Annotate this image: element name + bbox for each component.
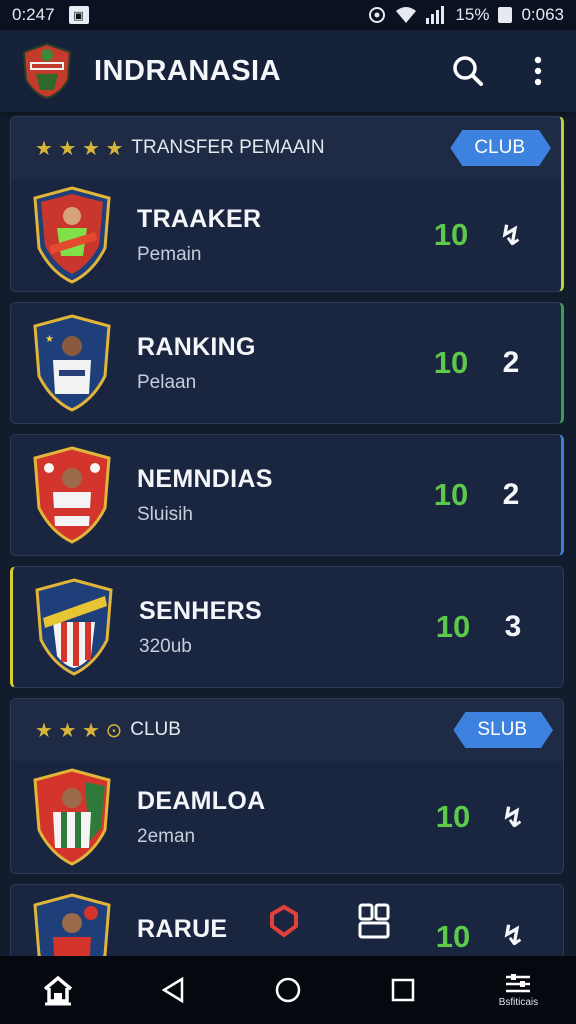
player-score: 10: [435, 919, 471, 954]
more-vert-icon: [534, 56, 542, 86]
slub-badge-button[interactable]: SLUB: [453, 712, 553, 748]
player-rank: 3: [504, 610, 522, 643]
nfc-icon: [369, 7, 386, 23]
signal-icon: [426, 6, 445, 24]
more-options-button[interactable]: [520, 53, 556, 89]
player-crest-icon: [33, 446, 111, 544]
player-name: TRAAKER: [137, 204, 262, 233]
section-title: CLUB: [130, 719, 181, 740]
player-score: 10: [433, 217, 469, 252]
player-subtitle: Sluisih: [137, 503, 193, 525]
recents-square-icon: [391, 978, 415, 1002]
location-pin-icon[interactable]: [267, 904, 301, 938]
player-card[interactable]: ★ RANKING Pelaan 10 2: [10, 302, 564, 424]
nav-home[interactable]: [0, 956, 115, 1024]
player-rank: 2: [502, 346, 520, 379]
club-crest-icon: [35, 578, 113, 676]
app-title: INDRANASIA: [94, 54, 282, 87]
player-rank: 2: [502, 478, 520, 511]
player-name: RANKING: [137, 332, 256, 361]
rank-trend-icon: ↯: [501, 920, 525, 951]
player-card[interactable]: RARUE 10 ↯: [10, 884, 564, 964]
back-triangle-icon: [161, 976, 184, 1004]
player-row[interactable]: ★ RANKING Pelaan 10 2: [11, 303, 561, 423]
player-crest-icon: [33, 893, 111, 963]
status-bar: 0:247 ▣ 15% 0:063: [0, 0, 576, 30]
player-name: RARUE: [137, 915, 228, 943]
player-name: DEAMLOA: [137, 786, 266, 815]
status-time: 0:247: [12, 5, 55, 24]
app-logo[interactable]: [20, 42, 74, 100]
player-subtitle: Pelaan: [137, 371, 197, 393]
nav-settings-label: Bsfiticais: [498, 996, 539, 1008]
section-header: ★ ★ ★ ★ TRANSFER PEMAAIN CLUB: [11, 117, 561, 179]
player-crest-icon: ★: [33, 314, 111, 412]
home-icon: [43, 975, 72, 1006]
nav-recents[interactable]: [346, 956, 461, 1024]
app-header: INDRANASIA: [0, 30, 576, 112]
transfer-section-card[interactable]: ★ ★ ★ ★ TRANSFER PEMAAIN CLUB TRAAKER Pe…: [10, 116, 564, 292]
player-score: 10: [433, 477, 469, 512]
club-badge-button[interactable]: CLUB: [450, 130, 551, 166]
stars-rating: ★ ★ ★ ★: [35, 137, 124, 160]
player-score: 10: [435, 799, 471, 834]
player-row[interactable]: SENHERS 320ub 10 3: [13, 567, 563, 687]
player-subtitle: Pemain: [137, 243, 202, 265]
image-notification-icon: ▣: [68, 6, 89, 24]
player-card[interactable]: SENHERS 320ub 10 3: [10, 566, 564, 688]
grid-icon[interactable]: [357, 903, 391, 939]
player-row[interactable]: RARUE 10 ↯: [11, 885, 563, 963]
section-header: ★ ★ ★ ⊙ CLUB SLUB: [11, 699, 563, 761]
club-section-card[interactable]: ★ ★ ★ ⊙ CLUB SLUB DEAMLOA 2eman 10 ↯: [10, 698, 564, 874]
player-row[interactable]: NEMNDIAS Sluisih 10 2: [11, 435, 561, 555]
stars-rating: ★ ★ ★ ⊙: [35, 719, 123, 742]
rank-trend-icon: ↯: [501, 801, 525, 833]
battery-percent: 15%: [455, 5, 490, 24]
player-row[interactable]: DEAMLOA 2eman 10 ↯: [11, 761, 563, 873]
player-card[interactable]: NEMNDIAS Sluisih 10 2: [10, 434, 564, 556]
player-score: 10: [433, 345, 469, 380]
settings-sliders-icon: [506, 973, 531, 992]
section-title: TRANSFER PEMAAIN: [131, 137, 325, 158]
bottom-navigation: Bsfiticais: [0, 956, 576, 1024]
player-name: NEMNDIAS: [137, 464, 273, 493]
svg-text:★: ★: [45, 334, 54, 345]
nav-back[interactable]: [115, 956, 230, 1024]
player-crest-icon: [33, 768, 111, 866]
nav-settings[interactable]: Bsfiticais: [461, 956, 576, 1024]
wifi-icon: [396, 7, 417, 23]
nav-home-circle[interactable]: [230, 956, 345, 1024]
player-row[interactable]: TRAAKER Pemain 10 ↯: [11, 179, 561, 291]
player-subtitle: 2eman: [137, 825, 196, 847]
status-right-time: 0:063: [521, 5, 564, 24]
player-score: 10: [435, 609, 471, 644]
home-circle-icon: [275, 977, 301, 1003]
player-name: SENHERS: [139, 596, 262, 625]
search-button[interactable]: [450, 53, 486, 89]
player-subtitle: 320ub: [139, 635, 192, 657]
battery-icon: [498, 7, 513, 23]
rank-trend-icon: ↯: [499, 219, 523, 251]
search-icon: [453, 56, 483, 86]
player-crest-icon: [33, 186, 111, 284]
player-list: ★ ★ ★ ★ TRANSFER PEMAAIN CLUB TRAAKER Pe…: [10, 116, 566, 974]
